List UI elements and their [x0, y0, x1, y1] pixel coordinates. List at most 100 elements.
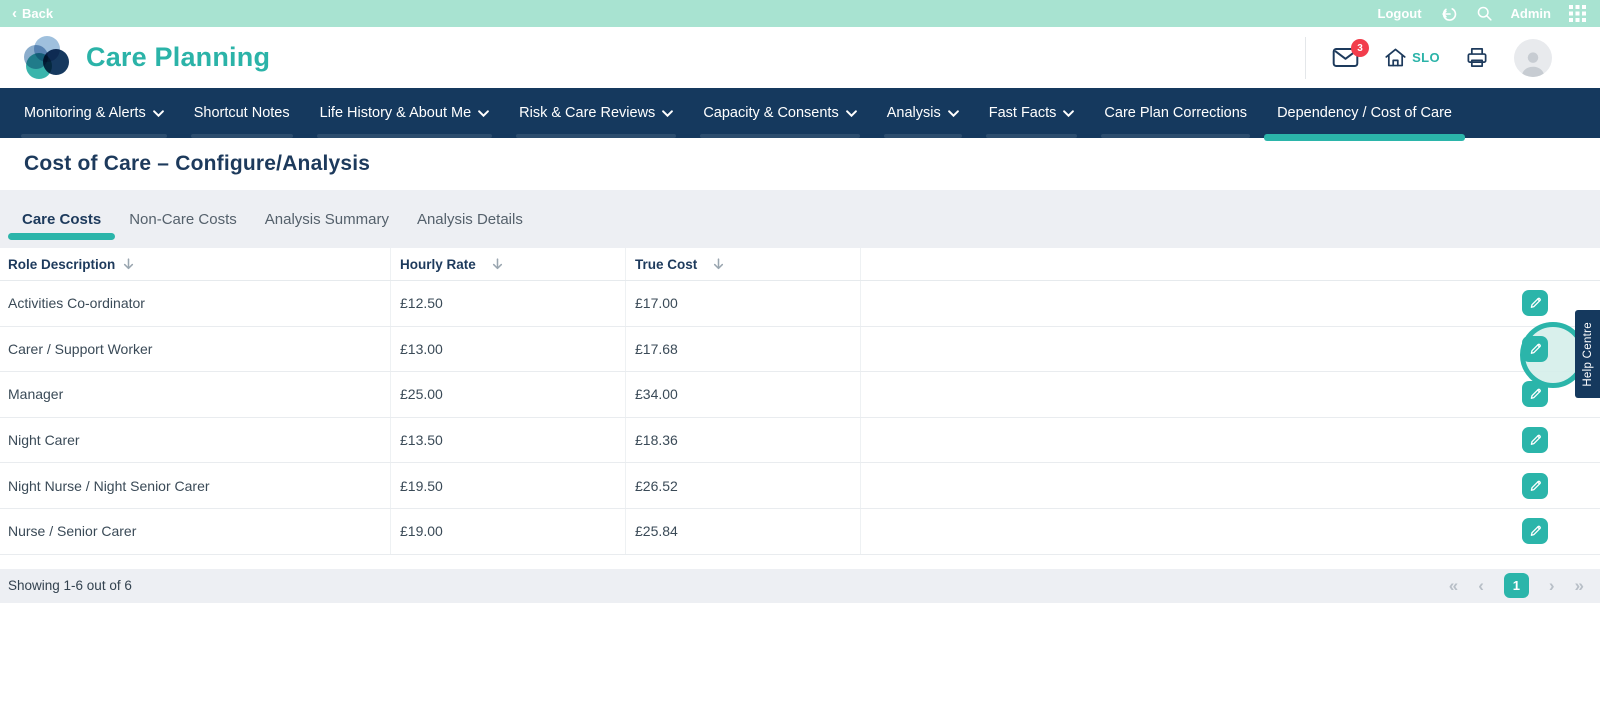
messages-button[interactable]: 3: [1332, 39, 1370, 68]
edit-row-button[interactable]: [1522, 518, 1548, 545]
nav-item-risk-care-reviews[interactable]: Risk & Care Reviews: [504, 88, 688, 138]
column-header-actions: [860, 248, 1600, 280]
previous-page-button[interactable]: ‹: [1478, 577, 1484, 594]
hourly-rate-cell: £25.00: [390, 372, 625, 417]
tab-non-care-costs[interactable]: Non-Care Costs: [115, 190, 251, 248]
chevron-down-icon: [947, 109, 959, 117]
pencil-icon: [1530, 389, 1541, 400]
hourly-rate-cell: £13.50: [390, 417, 625, 463]
edit-row-button[interactable]: [1522, 427, 1548, 454]
table-row: Night Carer £13.50 £18.36: [0, 417, 1600, 464]
nav-item-analysis[interactable]: Analysis: [872, 88, 974, 138]
nav-item-monitoring-alerts[interactable]: Monitoring & Alerts: [9, 88, 179, 138]
pencil-icon: [1530, 298, 1541, 309]
print-button[interactable]: [1465, 46, 1489, 69]
true-cost-cell: £18.36: [625, 417, 860, 463]
page-number-button[interactable]: 1: [1503, 573, 1529, 599]
logo-circles-icon: [24, 35, 72, 80]
person-icon: [1521, 51, 1545, 77]
role-cell: Night Nurse / Night Senior Carer: [8, 477, 210, 494]
pencil-icon: [1530, 526, 1541, 537]
app-title: Care Planning: [86, 42, 271, 72]
chevron-down-icon: [662, 109, 674, 117]
back-label: Back: [22, 6, 54, 21]
main-navigation: Monitoring & Alerts Shortcut Notes Life …: [0, 88, 1600, 141]
hourly-rate-cell: £13.00: [390, 326, 625, 372]
edit-row-button[interactable]: [1522, 290, 1548, 317]
true-cost-cell: £34.00: [625, 372, 860, 417]
role-cell: Nurse / Senior Carer: [8, 523, 137, 540]
true-cost-cell: £26.52: [625, 463, 860, 508]
logout-button[interactable]: Logout: [1378, 6, 1422, 21]
column-header-true-cost[interactable]: True Cost: [625, 248, 860, 280]
table-row: Nurse / Senior Carer £19.00 £25.84: [0, 508, 1600, 555]
nav-item-care-plan-corrections[interactable]: Care Plan Corrections: [1089, 88, 1262, 138]
help-centre-label: Help Centre: [1581, 321, 1594, 387]
pagination: « ‹ 1 › »: [1449, 573, 1584, 599]
first-page-button[interactable]: «: [1449, 577, 1458, 594]
back-button[interactable]: ‹ Back: [12, 6, 53, 21]
table-header-row: Role Description Hourly Rate True Cost: [0, 248, 1600, 281]
results-count: Showing 1-6 out of 6: [8, 578, 132, 594]
user-avatar[interactable]: [1514, 38, 1552, 77]
hourly-rate-cell: £19.00: [390, 508, 625, 554]
home-button[interactable]: SLO: [1384, 47, 1440, 68]
hourly-rate-cell: £12.50: [390, 281, 625, 326]
table-row: Night Nurse / Night Senior Carer £19.50 …: [0, 463, 1600, 509]
logout-icon[interactable]: [1440, 5, 1458, 23]
printer-icon: [1467, 48, 1487, 67]
next-page-button[interactable]: ›: [1549, 577, 1555, 594]
true-cost-cell: £25.84: [625, 508, 860, 554]
edit-row-button[interactable]: [1522, 472, 1548, 499]
top-utility-bar: ‹ Back Logout Admin: [0, 0, 1600, 27]
app-header: Care Planning 3 SLO: [0, 27, 1600, 88]
nav-item-shortcut-notes[interactable]: Shortcut Notes: [179, 88, 305, 138]
tab-analysis-summary[interactable]: Analysis Summary: [251, 190, 403, 248]
pencil-icon: [1530, 343, 1541, 354]
tab-strip: Care Costs Non-Care Costs Analysis Summa…: [0, 190, 1600, 248]
care-costs-table: Role Description Hourly Rate True Cost A…: [0, 248, 1600, 555]
table-footer: Showing 1-6 out of 6 « ‹ 1 › »: [0, 568, 1600, 603]
nav-item-dependency-cost-of-care[interactable]: Dependency / Cost of Care: [1262, 88, 1467, 141]
hourly-rate-cell: £19.50: [390, 463, 625, 508]
nav-item-life-history[interactable]: Life History & About Me: [305, 88, 505, 138]
table-row: Manager £25.00 £34.00: [0, 372, 1600, 418]
home-location-label: SLO: [1412, 50, 1440, 65]
last-page-button[interactable]: »: [1575, 577, 1584, 594]
true-cost-cell: £17.00: [625, 281, 860, 326]
pencil-icon: [1530, 434, 1541, 446]
search-icon[interactable]: [1476, 5, 1493, 22]
column-header-hourly-rate[interactable]: Hourly Rate: [390, 248, 625, 280]
role-cell: Manager: [8, 386, 64, 403]
role-cell: Carer / Support Worker: [8, 340, 153, 357]
home-icon: [1385, 48, 1406, 67]
column-header-role-description[interactable]: Role Description: [0, 248, 390, 280]
apps-grid-icon[interactable]: [1569, 5, 1586, 22]
sort-descending-icon: [492, 258, 502, 270]
true-cost-cell: £17.68: [625, 326, 860, 372]
chevron-down-icon: [845, 109, 857, 117]
nav-item-capacity-consents[interactable]: Capacity & Consents: [688, 88, 871, 138]
chevron-down-icon: [1063, 109, 1075, 117]
app-logo: Care Planning: [24, 35, 271, 80]
edit-row-button[interactable]: [1522, 335, 1548, 362]
pencil-icon: [1530, 480, 1541, 491]
chevron-down-icon: [478, 109, 490, 117]
tab-analysis-details[interactable]: Analysis Details: [403, 190, 537, 248]
title-bar: Cost of Care – Configure/Analysis: [0, 138, 1600, 190]
nav-item-fast-facts[interactable]: Fast Facts: [974, 88, 1090, 138]
help-centre-tab[interactable]: Help Centre: [1575, 310, 1600, 398]
table-row: Activities Co-ordinator £12.50 £17.00: [0, 281, 1600, 327]
edit-row-button[interactable]: [1522, 381, 1548, 408]
table-row: Carer / Support Worker £13.00 £17.68: [0, 326, 1600, 373]
sort-descending-icon: [714, 258, 724, 270]
tab-care-costs[interactable]: Care Costs: [8, 190, 116, 248]
page-title: Cost of Care – Configure/Analysis: [24, 152, 371, 175]
role-cell: Activities Co-ordinator: [8, 295, 145, 312]
sort-descending-icon: [124, 258, 134, 270]
role-cell: Night Carer: [8, 432, 80, 449]
back-chevron-icon: ‹: [12, 5, 17, 22]
admin-menu-button[interactable]: Admin: [1511, 6, 1551, 21]
mail-badge: 3: [1351, 39, 1370, 57]
chevron-down-icon: [152, 109, 164, 117]
